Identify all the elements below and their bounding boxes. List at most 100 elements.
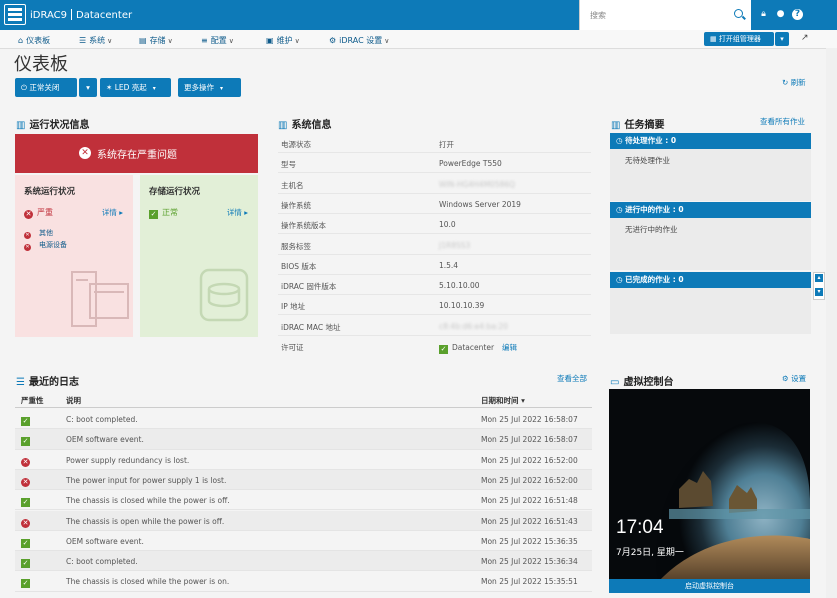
- sysinfo-key: 主机名: [281, 180, 304, 190]
- sysinfo-title-text: 系统信息: [291, 120, 332, 131]
- log-severity: ✓: [21, 435, 34, 447]
- search-input[interactable]: 搜索: [590, 10, 606, 21]
- tasks-title-text: 任务摘要: [624, 120, 665, 131]
- more-actions-button[interactable]: 更多操作 ▾: [178, 78, 241, 97]
- log-message: C: boot completed.: [66, 415, 138, 424]
- nav-maintenance[interactable]: ▣ 维护 ∨: [266, 35, 300, 46]
- log-date: Mon 25 Jul 2022 15:36:34: [481, 557, 578, 567]
- running-jobs-bar[interactable]: ◷ 进行中的作业 : 0: [610, 202, 811, 218]
- logs-title-text: 最近的日志: [28, 377, 79, 388]
- nav-idrac-settings[interactable]: ⚙ iDRAC 设置 ∨: [329, 35, 389, 46]
- alert-text: 系统存在严重问题: [97, 150, 177, 161]
- tasks-scrollbar[interactable]: ▴ ▾: [813, 272, 825, 300]
- help-icon[interactable]: ?: [792, 9, 803, 20]
- log-row[interactable]: ✕ The power input for power supply 1 is l…: [15, 469, 592, 491]
- virtual-console-preview[interactable]: 17:04 7月25日, 星期一: [609, 389, 810, 593]
- log-row[interactable]: ✕ Power supply redundancy is lost. Mon 25 …: [15, 450, 592, 470]
- scroll-down-icon[interactable]: ▾: [815, 288, 823, 296]
- critical-status-icon: ✕: [21, 457, 30, 467]
- log-row[interactable]: ✓ C: boot completed. Mon 25 Jul 2022 15:36…: [15, 551, 592, 572]
- group-manager-dropdown[interactable]: ▾: [775, 32, 789, 46]
- storage-details-link[interactable]: 详情 ▸: [227, 207, 248, 218]
- log-table-header: 严重性 说明 日期和时间 ▾: [15, 392, 592, 408]
- health-item-psu[interactable]: 电源设备: [26, 240, 67, 250]
- lock-icon[interactable]: 🔒︎: [758, 9, 769, 20]
- sysinfo-key: iDRAC 固件版本: [281, 282, 337, 292]
- pin-icon[interactable]: ↗: [801, 33, 809, 43]
- launch-virtual-console-button[interactable]: 启动虚拟控制台: [609, 579, 810, 593]
- log-severity: ✓: [21, 577, 34, 589]
- nav-dashboard[interactable]: ⌂ 仪表板: [18, 35, 50, 46]
- ok-status-icon: ✓: [21, 417, 30, 426]
- completed-jobs-body: [610, 288, 811, 334]
- led-on-button[interactable]: ✶ LED 亮起 ▾: [100, 78, 171, 97]
- refresh-button[interactable]: ↻ 刷新: [782, 77, 806, 88]
- nav-label: 存储: [149, 36, 166, 45]
- log-row[interactable]: ✓ The chassis is closed while the power i…: [15, 571, 592, 592]
- sysinfo-row: 服务标签 J1R8SS3: [278, 235, 591, 255]
- power-icon: ⏻: [21, 83, 27, 92]
- log-message: The power input for power supply 1 is lo…: [66, 475, 227, 485]
- console-settings-link[interactable]: ⚙ 设置: [782, 373, 806, 384]
- page-title: 仪表板: [14, 54, 68, 75]
- gear-icon: ⚙: [329, 36, 337, 45]
- sysinfo-row: BIOS 版本 1.5.4: [278, 255, 591, 275]
- critical-status-icon: ✕: [21, 518, 30, 528]
- log-row[interactable]: ✓ The chassis is closed while the power i…: [15, 490, 592, 511]
- nav-configuration[interactable]: ≡ 配置 ∨: [201, 35, 234, 46]
- idrac-logo-icon: [4, 4, 26, 25]
- logs-section-title: ☰ 最近的日志: [16, 373, 79, 388]
- details-text: 详情: [226, 208, 242, 217]
- sysinfo-value: 10.10.10.39: [439, 301, 485, 311]
- pending-jobs-bar[interactable]: ◷ 待处理作业 : 0: [610, 133, 811, 149]
- more-actions-label: 更多操作: [184, 83, 214, 92]
- list-icon: ☰: [16, 377, 25, 388]
- search-icon[interactable]: [734, 9, 743, 18]
- completed-jobs-bar[interactable]: ◷ 已完成的作业 : 0: [610, 272, 811, 288]
- sysinfo-section-title: ▥ 系统信息: [278, 116, 331, 131]
- log-row[interactable]: ✓ OEM software event. Mon 25 Jul 2022 15:3…: [15, 531, 592, 552]
- sysinfo-key: 许可证: [281, 343, 304, 352]
- graceful-shutdown-button[interactable]: ⏻ 正常关闭: [15, 78, 77, 97]
- running-jobs-body: 无进行中的作业: [610, 218, 811, 270]
- group-manager-icon: ▦: [710, 35, 717, 43]
- system-details-link[interactable]: 详情 ▸: [102, 207, 123, 218]
- description-header[interactable]: 说明: [66, 395, 81, 406]
- running-jobs-text: 无进行中的作业: [625, 225, 678, 234]
- shutdown-label: 正常关闭: [29, 83, 60, 92]
- health-item-other[interactable]: 其他: [26, 228, 53, 238]
- edit-license-link[interactable]: 编辑: [502, 343, 517, 352]
- top-bar: iDRAC9 Datacenter 搜索 🔒︎ ● ?: [0, 0, 837, 30]
- sysinfo-row: iDRAC 固件版本 5.10.10.00: [278, 275, 591, 296]
- search-box[interactable]: 搜索: [579, 0, 751, 30]
- severity-header[interactable]: 严重性: [21, 395, 44, 406]
- pending-jobs-text: 无待处理作业: [625, 156, 670, 165]
- shutdown-dropdown[interactable]: ▾: [79, 78, 97, 97]
- view-all-jobs-link[interactable]: 查看所有作业: [760, 116, 805, 127]
- sysinfo-key: 电源状态: [281, 140, 311, 149]
- log-row[interactable]: ✓ C: boot completed. Mon 25 Jul 2022 16:58…: [15, 409, 592, 430]
- sysinfo-value: 1.5.4: [439, 260, 459, 270]
- nav-label: 仪表板: [26, 36, 51, 45]
- sysinfo-key: 操作系统: [281, 200, 311, 210]
- log-severity: ✓: [21, 557, 34, 569]
- disk-illustration-icon: [199, 268, 249, 322]
- nav-storage[interactable]: ▤ 存储 ∨: [139, 35, 173, 46]
- log-message: OEM software event.: [66, 435, 144, 445]
- pending-jobs-label: 待处理作业 : 0: [625, 136, 677, 145]
- log-row[interactable]: ✓ OEM software event. Mon 25 Jul 2022 16:5…: [15, 429, 592, 450]
- user-icon[interactable]: ●: [775, 9, 786, 20]
- log-message: Power supply redundancy is lost.: [66, 455, 190, 465]
- open-group-manager-button[interactable]: ▦ 打开组管理器: [704, 32, 774, 46]
- caret-down-icon: ▾: [152, 85, 156, 92]
- nav-system[interactable]: ☰ 系统 ∨: [79, 35, 112, 46]
- page-scrollbar[interactable]: [826, 48, 837, 598]
- date-header[interactable]: 日期和时间 ▾: [481, 395, 525, 406]
- clock-icon: ◷: [616, 205, 623, 214]
- scroll-up-icon[interactable]: ▴: [815, 274, 823, 282]
- log-row[interactable]: ✕ The chassis is open while the power is …: [15, 510, 592, 531]
- brand-name: iDRAC9: [30, 10, 68, 21]
- view-all-logs-link[interactable]: 查看全部: [557, 373, 587, 384]
- system-health-title: 系统运行状况: [24, 187, 76, 197]
- server-illustration-icon: [71, 271, 129, 327]
